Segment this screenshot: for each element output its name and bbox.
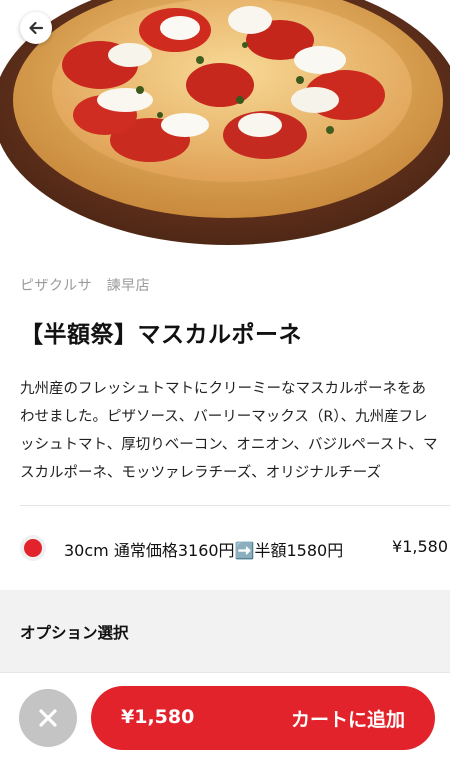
cart-price: ¥1,580 (121, 706, 195, 728)
add-to-cart-button[interactable]: ¥1,580 カートに追加 (91, 686, 435, 750)
product-title: 【半額祭】マスカルポーネ (20, 322, 302, 348)
options-title: オプション選択 (20, 624, 129, 642)
close-icon (39, 709, 57, 727)
size-option-label: 30cm 通常価格3160円➡️半額1580円 (64, 541, 344, 560)
radio-selected-indicator (24, 539, 42, 557)
add-to-cart-label: カートに追加 (290, 709, 405, 731)
store-name: ピザクルサ 諫早店 (20, 278, 151, 294)
pizza-illustration (0, 0, 450, 245)
product-description: 九州産のフレッシュトマトにクリーミーなマスカルポーネをあわせました。ピザソース、… (20, 381, 438, 481)
close-button[interactable] (19, 689, 77, 747)
options-section: オプション選択 (0, 590, 450, 672)
size-option-30cm[interactable]: 30cm 通常価格3160円➡️半額1580円 ¥1,580 (0, 525, 450, 570)
back-arrow-icon (29, 21, 44, 35)
bottom-action-bar: ¥1,580 カートに追加 (0, 672, 450, 779)
product-image (0, 0, 450, 245)
size-option-price: ¥1,580 (392, 537, 448, 556)
back-button[interactable] (20, 12, 52, 44)
size-radio[interactable] (20, 535, 46, 561)
divider (20, 505, 450, 506)
